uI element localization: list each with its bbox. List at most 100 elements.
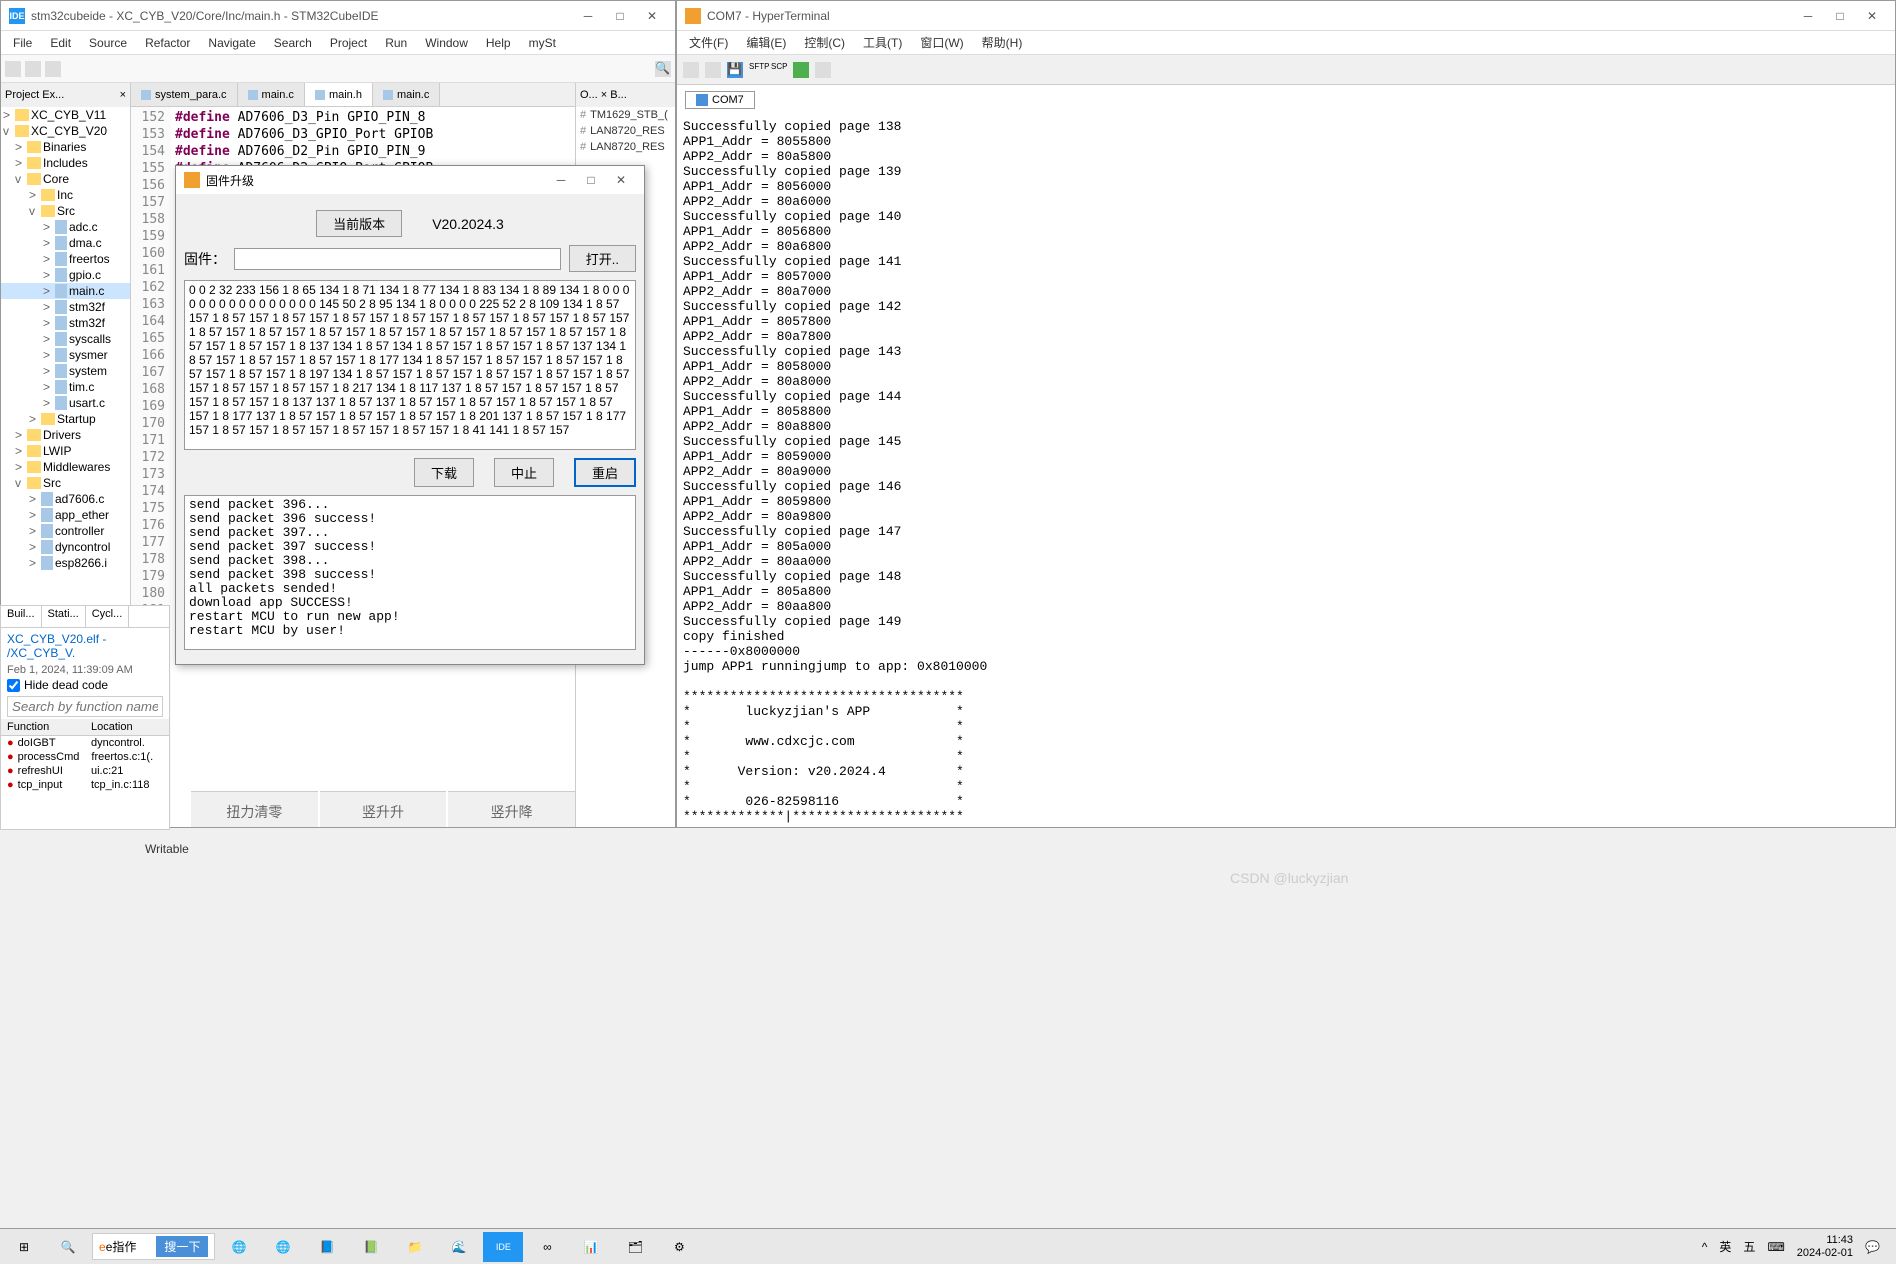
keyboard-icon[interactable]: ⌨ [1767, 1240, 1784, 1254]
search-icon[interactable]: 🔍 [48, 1232, 88, 1262]
tree-item-esp8266i[interactable]: > esp8266.i [1, 555, 130, 571]
firmware-hex-display[interactable]: 0 0 2 32 233 156 1 8 65 134 1 8 71 134 1… [184, 280, 636, 450]
minimize-button[interactable]: ─ [546, 169, 576, 191]
tree-item-controller[interactable]: > controller [1, 523, 130, 539]
menu-source[interactable]: Source [81, 34, 135, 52]
menu-run[interactable]: Run [377, 34, 415, 52]
start-button[interactable]: ⊞ [4, 1232, 44, 1262]
settings-icon[interactable] [815, 62, 831, 78]
close-button[interactable]: ✕ [606, 169, 636, 191]
tree-item-usartc[interactable]: > usart.c [1, 395, 130, 411]
menu-item[interactable]: 帮助(H) [974, 32, 1031, 53]
tree-item-dmac[interactable]: > dma.c [1, 235, 130, 251]
bottom-tab[interactable]: Cycl... [86, 606, 130, 627]
close-button[interactable]: ✕ [1857, 5, 1887, 27]
menu-item[interactable]: 文件(F) [681, 32, 736, 53]
tree-item-core[interactable]: v Core [1, 171, 130, 187]
bottom-tab[interactable]: Buil... [1, 606, 42, 627]
hide-dead-checkbox[interactable] [7, 679, 20, 692]
download-button[interactable]: 下载 [414, 458, 474, 487]
stop-button[interactable]: 中止 [494, 458, 554, 487]
menu-refactor[interactable]: Refactor [137, 34, 198, 52]
menu-navigate[interactable]: Navigate [200, 34, 263, 52]
tree-item-xccybv11[interactable]: > XC_CYB_V11 [1, 107, 130, 123]
search-go-button[interactable]: 搜一下 [156, 1236, 208, 1257]
tree-item-xccybv20[interactable]: v XC_CYB_V20 [1, 123, 130, 139]
taskbar-clock[interactable]: 11:43 2024-02-01 [1797, 1234, 1853, 1260]
tree-item-mainc[interactable]: > main.c [1, 283, 130, 299]
tree-item-adcc[interactable]: > adc.c [1, 219, 130, 235]
col-function[interactable]: Function [1, 719, 85, 735]
toolbar-icon[interactable] [45, 61, 61, 77]
tree-item-sysmer[interactable]: > sysmer [1, 347, 130, 363]
tree-item-syscalls[interactable]: > syscalls [1, 331, 130, 347]
tray-up-icon[interactable]: ^ [1702, 1240, 1708, 1254]
open-file-button[interactable]: 打开.. [569, 245, 636, 272]
current-version-button[interactable]: 当前版本 [316, 210, 402, 237]
menu-project[interactable]: Project [322, 34, 375, 52]
tree-item-system[interactable]: > system [1, 363, 130, 379]
outline-item[interactable]: #LAN8720_RES [576, 139, 675, 155]
tree-item-src[interactable]: v Src [1, 203, 130, 219]
tree-item-inc[interactable]: > Inc [1, 187, 130, 203]
app-icon[interactable]: 📘 [307, 1232, 347, 1262]
elf-file-link[interactable]: XC_CYB_V20.elf - /XC_CYB_V. [1, 628, 169, 664]
outline-tab[interactable]: B... [610, 89, 627, 101]
taskbar-search[interactable]: ee指作 搜一下 [92, 1233, 215, 1260]
open-icon[interactable] [705, 62, 721, 78]
col-location[interactable]: Location [85, 719, 169, 735]
close-button[interactable]: ✕ [637, 5, 667, 27]
menu-item[interactable]: 工具(T) [855, 32, 910, 53]
control-tab[interactable]: 竖升升 [320, 791, 447, 827]
app-icon[interactable]: 🗂 [615, 1232, 655, 1262]
app-icon[interactable]: 📗 [351, 1232, 391, 1262]
menu-item[interactable]: 窗口(W) [912, 32, 971, 53]
toolbar-icon[interactable] [5, 61, 21, 77]
menu-myst[interactable]: mySt [521, 34, 564, 52]
firmware-path-input[interactable] [234, 248, 561, 270]
toolbar-icon[interactable] [25, 61, 41, 77]
tree-item-stm32f[interactable]: > stm32f [1, 299, 130, 315]
new-icon[interactable] [683, 62, 699, 78]
sftp-icon[interactable]: SFTP [749, 62, 765, 78]
chrome-icon[interactable]: 🌐 [219, 1232, 259, 1262]
hyper-titlebar[interactable]: COM7 - HyperTerminal ─ □ ✕ [677, 1, 1895, 31]
tree-item-lwip[interactable]: > LWIP [1, 443, 130, 459]
editor-tab[interactable]: system_para.c [131, 83, 238, 106]
maximize-button[interactable]: □ [605, 5, 635, 27]
refresh-icon[interactable] [793, 62, 809, 78]
tree-item-src[interactable]: v Src [1, 475, 130, 491]
tree-item-appether[interactable]: > app_ether [1, 507, 130, 523]
function-row[interactable]: ●processCmdfreertos.c:1(. [1, 750, 169, 764]
control-tab[interactable]: 扭力清零 [191, 791, 318, 827]
function-search-input[interactable] [7, 696, 163, 717]
close-icon[interactable]: × [120, 89, 126, 101]
firmware-log[interactable]: send packet 396... send packet 396 succe… [184, 495, 636, 650]
outline-tab[interactable]: O... [580, 89, 598, 101]
maximize-button[interactable]: □ [1825, 5, 1855, 27]
editor-tab[interactable]: main.c [238, 83, 305, 106]
tree-item-binaries[interactable]: > Binaries [1, 139, 130, 155]
tree-item-freertos[interactable]: > freertos [1, 251, 130, 267]
tree-item-ad7606c[interactable]: > ad7606.c [1, 491, 130, 507]
tree-item-stm32f[interactable]: > stm32f [1, 315, 130, 331]
minimize-button[interactable]: ─ [573, 5, 603, 27]
scp-icon[interactable]: SCP [771, 62, 787, 78]
hyper-console[interactable]: Successfully copied page 138 APP1_Addr =… [677, 115, 1895, 827]
tree-item-includes[interactable]: > Includes [1, 155, 130, 171]
tree-item-startup[interactable]: > Startup [1, 411, 130, 427]
tree-item-gpioc[interactable]: > gpio.c [1, 267, 130, 283]
menu-help[interactable]: Help [478, 34, 519, 52]
dialog-titlebar[interactable]: 固件升级 ─ □ ✕ [176, 166, 644, 194]
app-icon[interactable]: ⚙ [659, 1232, 699, 1262]
notification-icon[interactable]: 💬 [1865, 1240, 1880, 1254]
editor-tab[interactable]: main.c [373, 83, 440, 106]
app-icon[interactable]: 📊 [571, 1232, 611, 1262]
tree-item-dyncontrol[interactable]: > dyncontrol [1, 539, 130, 555]
menu-file[interactable]: File [5, 34, 40, 52]
hyper-tab-com7[interactable]: COM7 [685, 91, 755, 109]
function-row[interactable]: ●doIGBTdyncontrol. [1, 736, 169, 750]
outline-item[interactable]: #TM1629_STB_( [576, 107, 675, 123]
menu-item[interactable]: 编辑(E) [738, 32, 794, 53]
ime-indicator[interactable]: 英 [1719, 1238, 1731, 1255]
